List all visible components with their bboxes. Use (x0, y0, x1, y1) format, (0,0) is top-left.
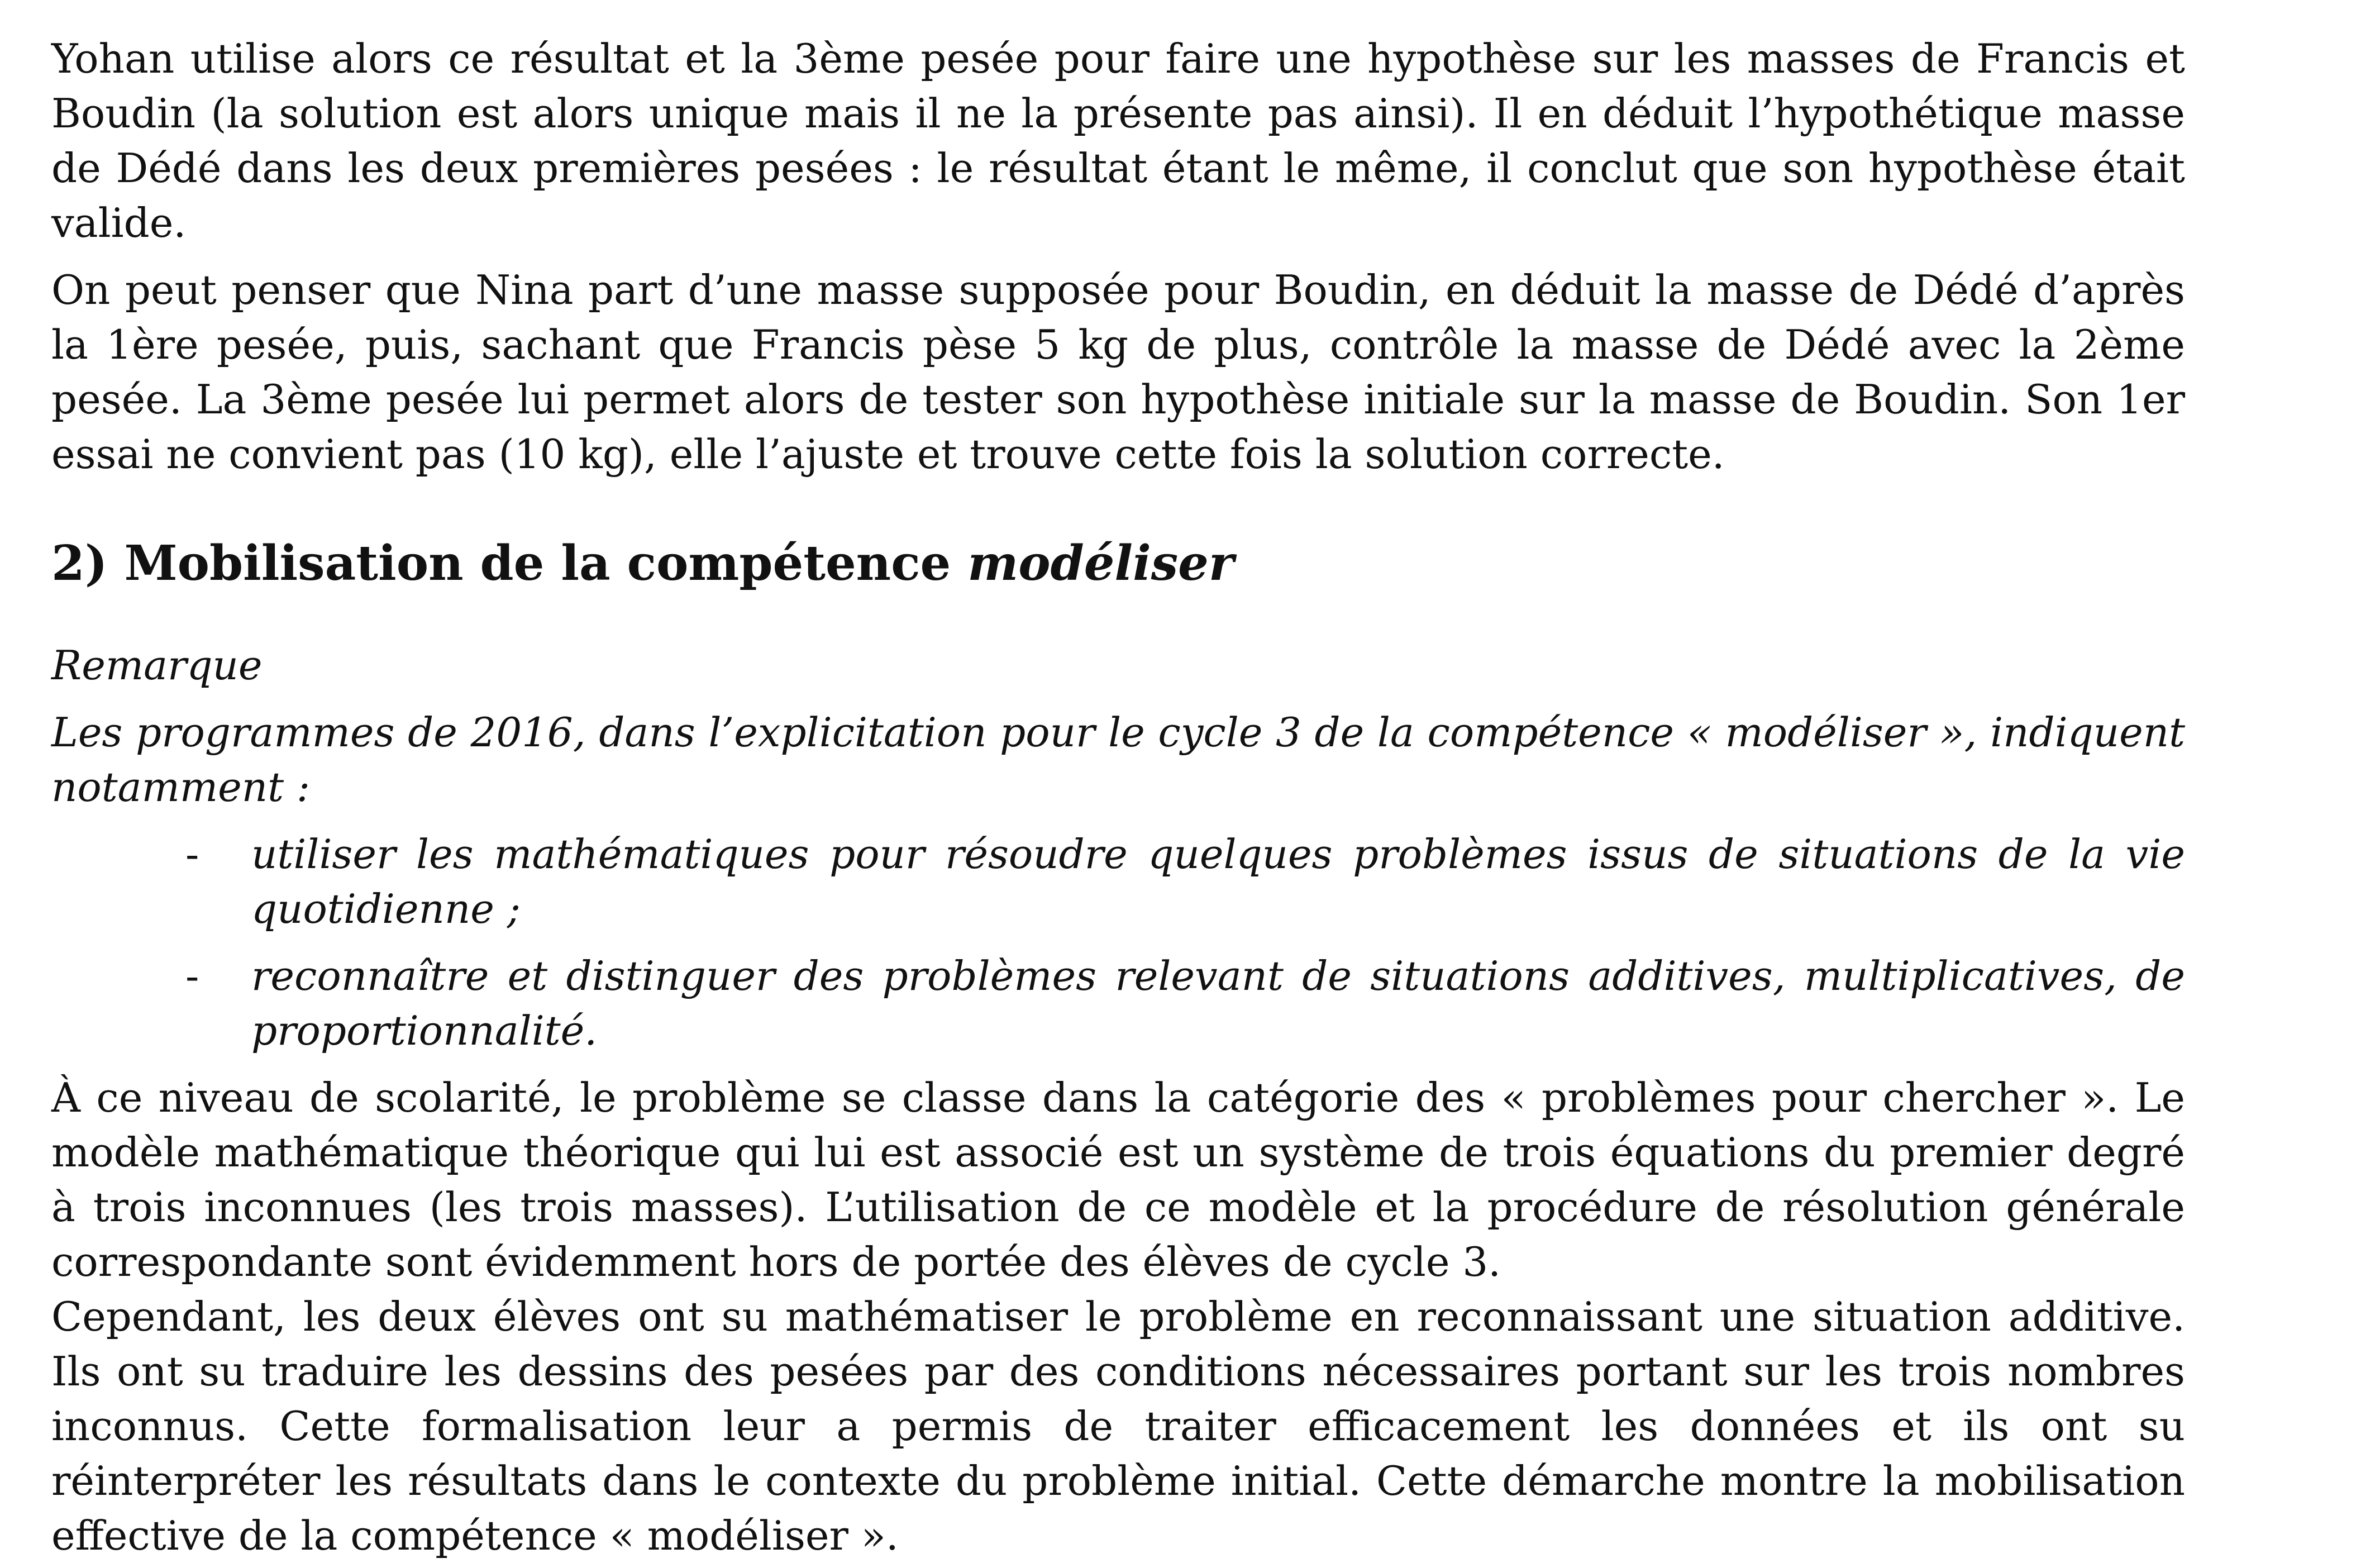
bullet-text: reconnaître et distinguer des problèmes … (251, 952, 2185, 1054)
section-heading: 2) Mobilisation de la compétence modélis… (51, 533, 2185, 594)
bullet-dash: - (185, 831, 199, 878)
remark-intro: Les programmes de 2016, dans l’explicita… (51, 709, 2185, 811)
list-item: - reconnaître et distinguer des problème… (51, 949, 2185, 1058)
document-page: Yohan utilise alors ce résultat et la 3è… (51, 31, 2185, 1563)
remark-bullet-list: - utiliser les mathématiques pour résoud… (51, 827, 2185, 1058)
remark-title: Remarque (51, 642, 263, 689)
paragraph-nina: On peut penser que Nina part d’une masse… (51, 266, 2185, 478)
paragraph-niveau: À ce niveau de scolarité, le problème se… (51, 1074, 2185, 1285)
paragraph-yohan: Yohan utilise alors ce résultat et la 3è… (51, 35, 2185, 246)
bullet-text: utiliser les mathématiques pour résoudre… (251, 831, 2185, 932)
bullet-dash: - (185, 952, 199, 999)
list-item: - utiliser les mathématiques pour résoud… (51, 827, 2185, 936)
paragraph-cependant: Cependant, les deux élèves ont su mathém… (51, 1293, 2185, 1559)
section-heading-text: 2) Mobilisation de la compétence (51, 535, 968, 592)
section-heading-emphasis: modéliser (967, 535, 1234, 592)
